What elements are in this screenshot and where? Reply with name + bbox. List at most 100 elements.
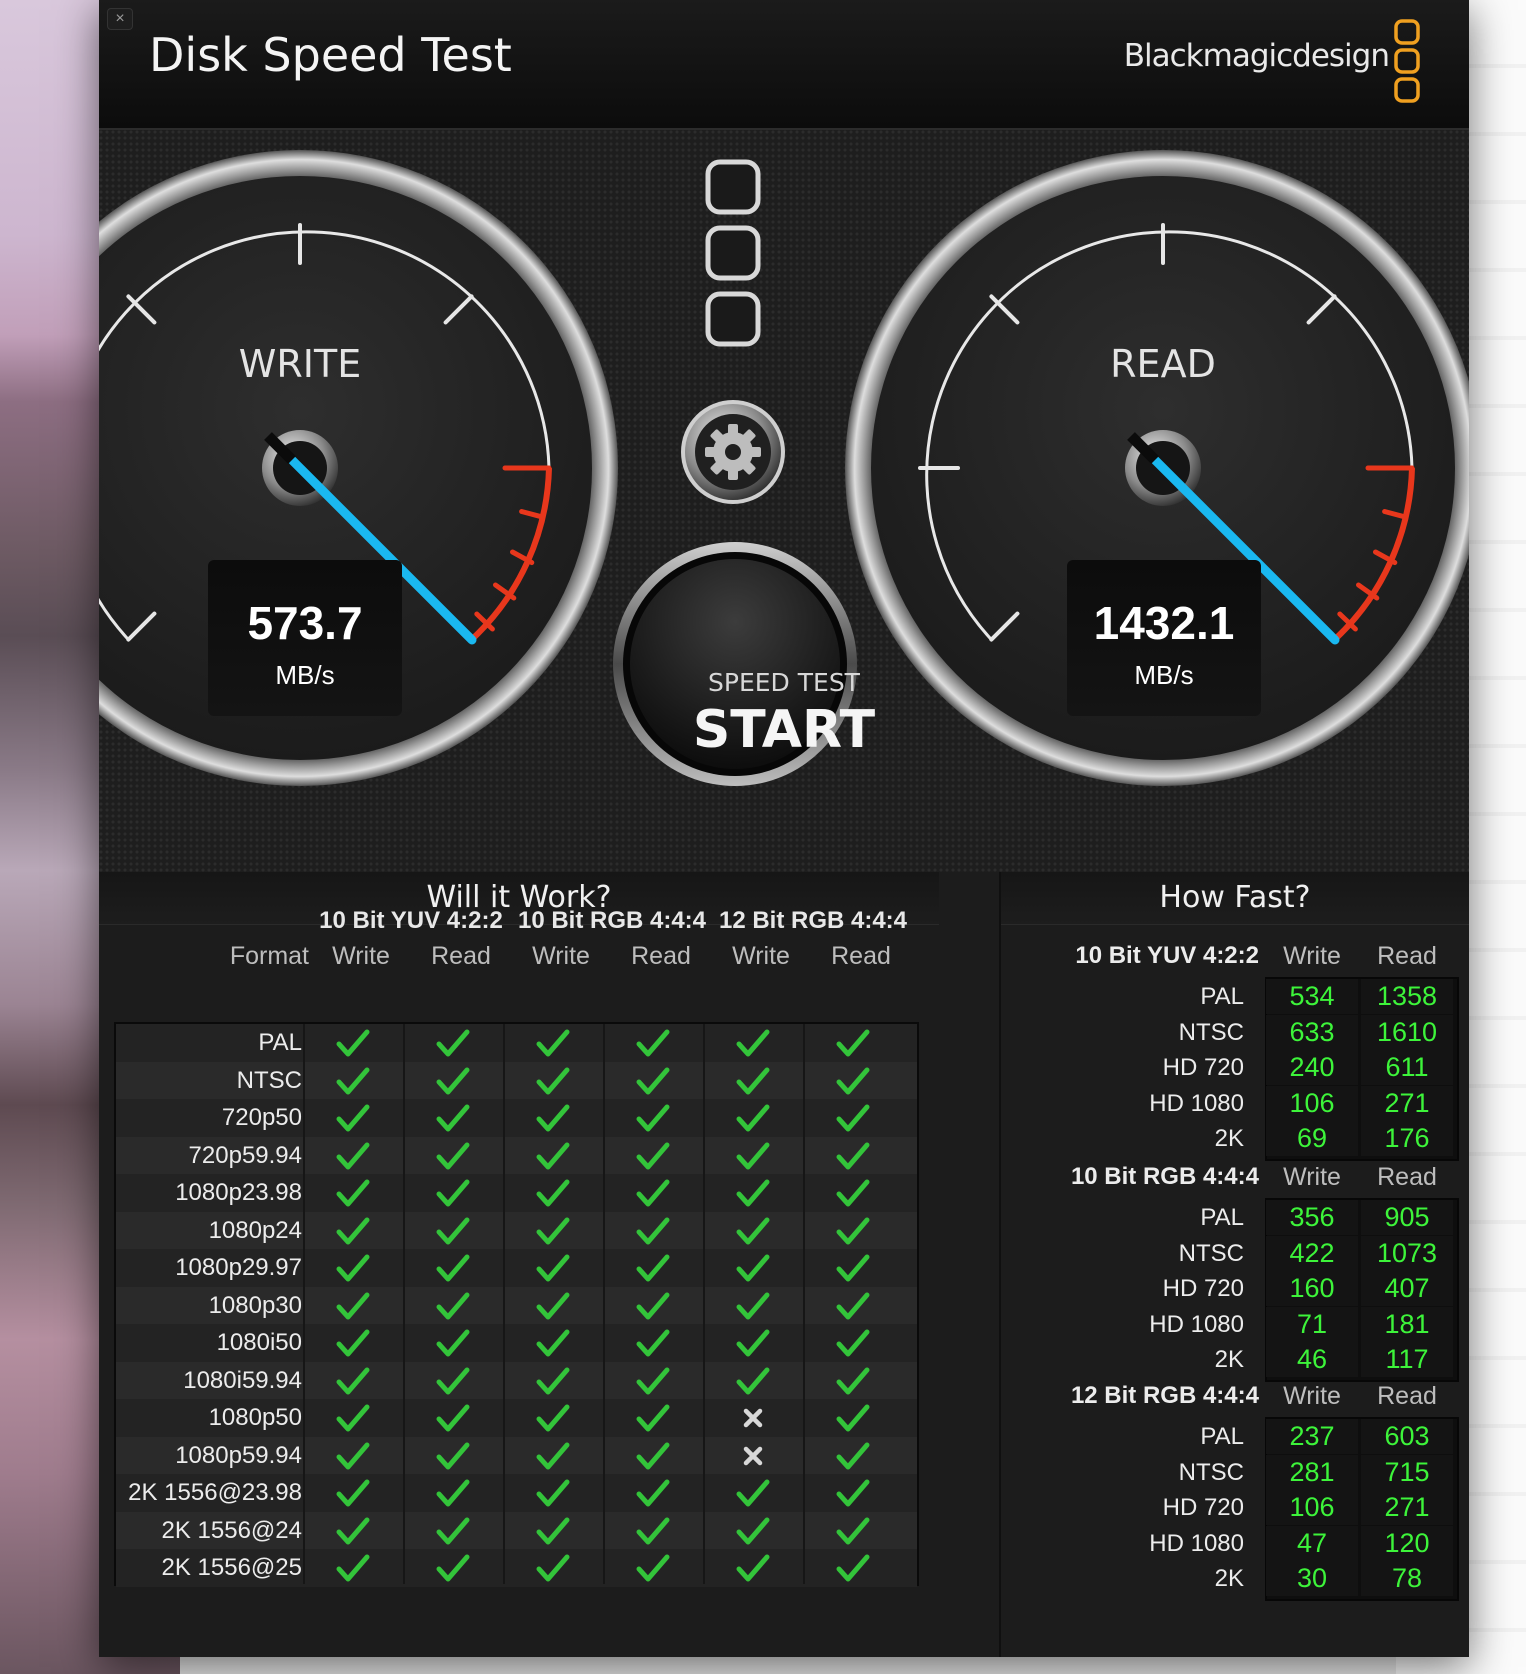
read-speed-unit: MB/s — [1134, 660, 1194, 690]
checkmark-icon — [536, 1142, 570, 1169]
checkmark-icon — [736, 1142, 770, 1169]
checkmark-icon — [336, 1517, 370, 1544]
how-fast-read-header: Read — [1377, 1382, 1437, 1410]
result-cell — [304, 1212, 403, 1250]
checkmark-icon — [436, 1442, 470, 1469]
result-cell — [404, 1062, 503, 1100]
how-fast-format-label: HD 1080 — [1149, 1089, 1244, 1117]
checkmark-icon — [336, 1104, 370, 1132]
format-row: PAL — [116, 1024, 917, 1062]
result-cell — [304, 1437, 403, 1475]
how-fast-write-value: 160 — [1266, 1271, 1358, 1307]
format-label: 1080p50 — [208, 1404, 302, 1431]
checkmark-icon — [736, 1179, 770, 1207]
result-cell — [804, 1024, 903, 1062]
checkmark-icon — [636, 1554, 670, 1582]
result-cell — [304, 1399, 403, 1437]
how-fast-section-title: 10 Bit YUV 4:2:2 — [1075, 942, 1259, 969]
result-cell — [804, 1062, 903, 1100]
read-readout: 1432.1 MB/s — [1067, 560, 1261, 716]
format-label: 720p50 — [221, 1104, 302, 1131]
result-cell — [304, 1099, 403, 1137]
result-cell — [604, 1287, 703, 1325]
result-cell — [504, 1512, 603, 1550]
checkmark-icon — [536, 1179, 570, 1207]
checkmark-icon — [736, 1292, 770, 1319]
how-fast-write-value: 71 — [1266, 1306, 1358, 1342]
checkmark-icon — [436, 1254, 470, 1282]
start-button[interactable] — [613, 542, 857, 786]
how-fast-write-value: 534 — [1266, 979, 1358, 1014]
result-cell — [504, 1362, 603, 1400]
result-cell — [404, 1399, 503, 1437]
checkmark-icon — [836, 1254, 870, 1282]
center-logo-icon — [705, 159, 761, 347]
group-header-rgb444-10: 10 Bit RGB 4:4:4 — [517, 907, 707, 934]
checkmark-icon — [536, 1517, 570, 1544]
checkmark-icon — [836, 1067, 870, 1094]
checkmark-icon — [636, 1442, 670, 1469]
result-cell — [604, 1362, 703, 1400]
compatibility-grid: PAL NTSC 720p50 720p59.94 1080p23.98 1080p24 1… — [114, 1022, 919, 1587]
format-label: 1080p23.98 — [175, 1179, 302, 1206]
result-cell — [704, 1212, 803, 1250]
write-gauge-label: WRITE — [238, 342, 362, 386]
result-cell — [604, 1212, 703, 1250]
result-cell — [504, 1249, 603, 1287]
how-fast-format-label: NTSC — [1178, 1458, 1244, 1486]
result-cell — [404, 1287, 503, 1325]
checkmark-icon — [536, 1329, 570, 1357]
result-cell — [304, 1474, 403, 1512]
checkmark-icon — [636, 1404, 670, 1432]
result-cell — [304, 1287, 403, 1325]
checkmark-icon — [436, 1217, 470, 1244]
subheader-write: Write — [532, 942, 590, 970]
checkmark-icon — [336, 1067, 370, 1094]
read-speed-value: 1432.1 — [1093, 597, 1235, 649]
how-fast-read-value: 78 — [1361, 1561, 1453, 1597]
subheader-read: Read — [631, 942, 691, 970]
checkmark-icon — [536, 1029, 570, 1057]
format-row: NTSC — [116, 1061, 917, 1100]
checkmark-icon — [436, 1517, 470, 1544]
checkmark-icon — [536, 1292, 570, 1319]
result-cell — [504, 1099, 603, 1137]
column-separator — [703, 1024, 705, 1584]
checkmark-icon — [836, 1142, 870, 1169]
how-fast-read-value: 176 — [1361, 1121, 1453, 1157]
result-cell — [504, 1287, 603, 1325]
result-cell — [604, 1099, 703, 1137]
format-row: 1080p29.97 — [116, 1249, 917, 1287]
result-cell — [604, 1062, 703, 1100]
format-row: 2K 1556@25 — [116, 1549, 917, 1587]
how-fast-write-value: 281 — [1266, 1454, 1358, 1490]
results-panel: Will it Work? How Fast? 10 Bit YUV 4:2:2… — [99, 872, 1469, 1657]
checkmark-icon — [836, 1179, 870, 1207]
column-separator — [403, 1024, 405, 1584]
result-cell — [304, 1062, 403, 1100]
result-cell — [504, 1212, 603, 1250]
how-fast-write-header: Write — [1283, 1382, 1341, 1410]
format-row: 1080i50 — [116, 1324, 917, 1362]
how-fast-read-value: 905 — [1361, 1200, 1453, 1235]
app-window: × Disk Speed Test Blackmagicdesign WRITE… — [99, 0, 1469, 1657]
how-fast-write-value: 633 — [1266, 1014, 1358, 1050]
result-cell — [604, 1024, 703, 1062]
how-fast-read-value: 1610 — [1361, 1014, 1453, 1050]
checkmark-icon — [636, 1067, 670, 1094]
checkmark-icon — [636, 1479, 670, 1507]
result-cell — [804, 1287, 903, 1325]
how-fast-format-label: HD 720 — [1162, 1494, 1244, 1522]
how-fast-read-value: 120 — [1361, 1525, 1453, 1561]
result-cell — [804, 1212, 903, 1250]
result-cell — [304, 1324, 403, 1362]
checkmark-icon — [436, 1179, 470, 1207]
checkmark-icon — [536, 1554, 570, 1582]
how-fast-read-value: 611 — [1361, 1050, 1453, 1086]
settings-button[interactable] — [681, 400, 785, 504]
how-fast-format-label: 2K — [1214, 1346, 1244, 1374]
result-cell — [404, 1099, 503, 1137]
checkmark-icon — [336, 1029, 370, 1057]
checkmark-icon — [836, 1217, 870, 1244]
checkmark-icon — [436, 1067, 470, 1094]
